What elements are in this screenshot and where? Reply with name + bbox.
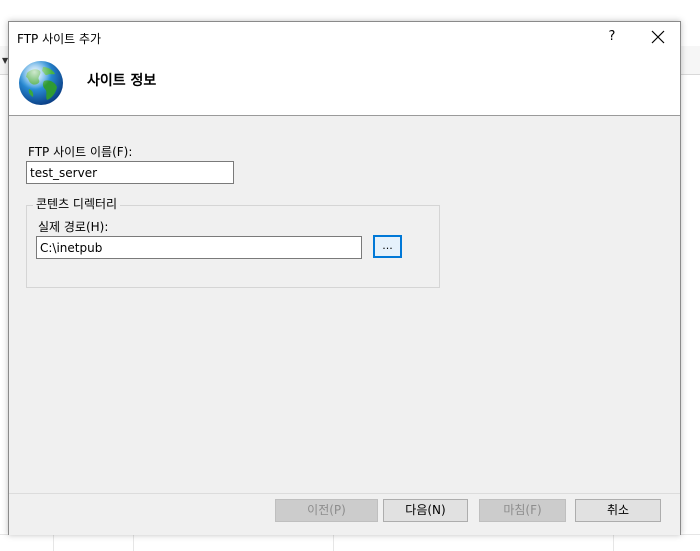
site-name-label: FTP 사이트 이름(F): <box>28 145 133 159</box>
physical-path-label: 실제 경로(H): <box>38 220 109 234</box>
help-button[interactable]: ? <box>597 24 627 50</box>
wizard-header: 사이트 정보 <box>9 52 680 116</box>
page-title: 사이트 정보 <box>87 73 157 89</box>
browse-button[interactable]: ... <box>373 235 402 258</box>
close-button[interactable] <box>643 24 673 50</box>
wizard-footer: 이전(P) 다음(N) 마침(F) 취소 <box>9 493 680 535</box>
dialog-title: FTP 사이트 추가 <box>17 32 102 46</box>
next-button[interactable]: 다음(N) <box>383 499 468 522</box>
add-ftp-site-dialog: FTP 사이트 추가 ? 사이트 정보 FTP 사이트 이름(F): test_… <box>8 21 681 535</box>
content-directory-legend: 콘텐츠 디렉터리 <box>33 195 121 212</box>
site-name-input[interactable] <box>26 161 234 184</box>
close-icon <box>651 30 665 44</box>
finish-button[interactable]: 마침(F) <box>479 499 566 522</box>
physical-path-input[interactable] <box>36 236 362 259</box>
dialog-titlebar: FTP 사이트 추가 ? <box>9 22 680 52</box>
cancel-button[interactable]: 취소 <box>575 499 661 522</box>
globe-icon <box>19 61 63 105</box>
background-list <box>0 534 700 551</box>
previous-button[interactable]: 이전(P) <box>275 499 378 522</box>
